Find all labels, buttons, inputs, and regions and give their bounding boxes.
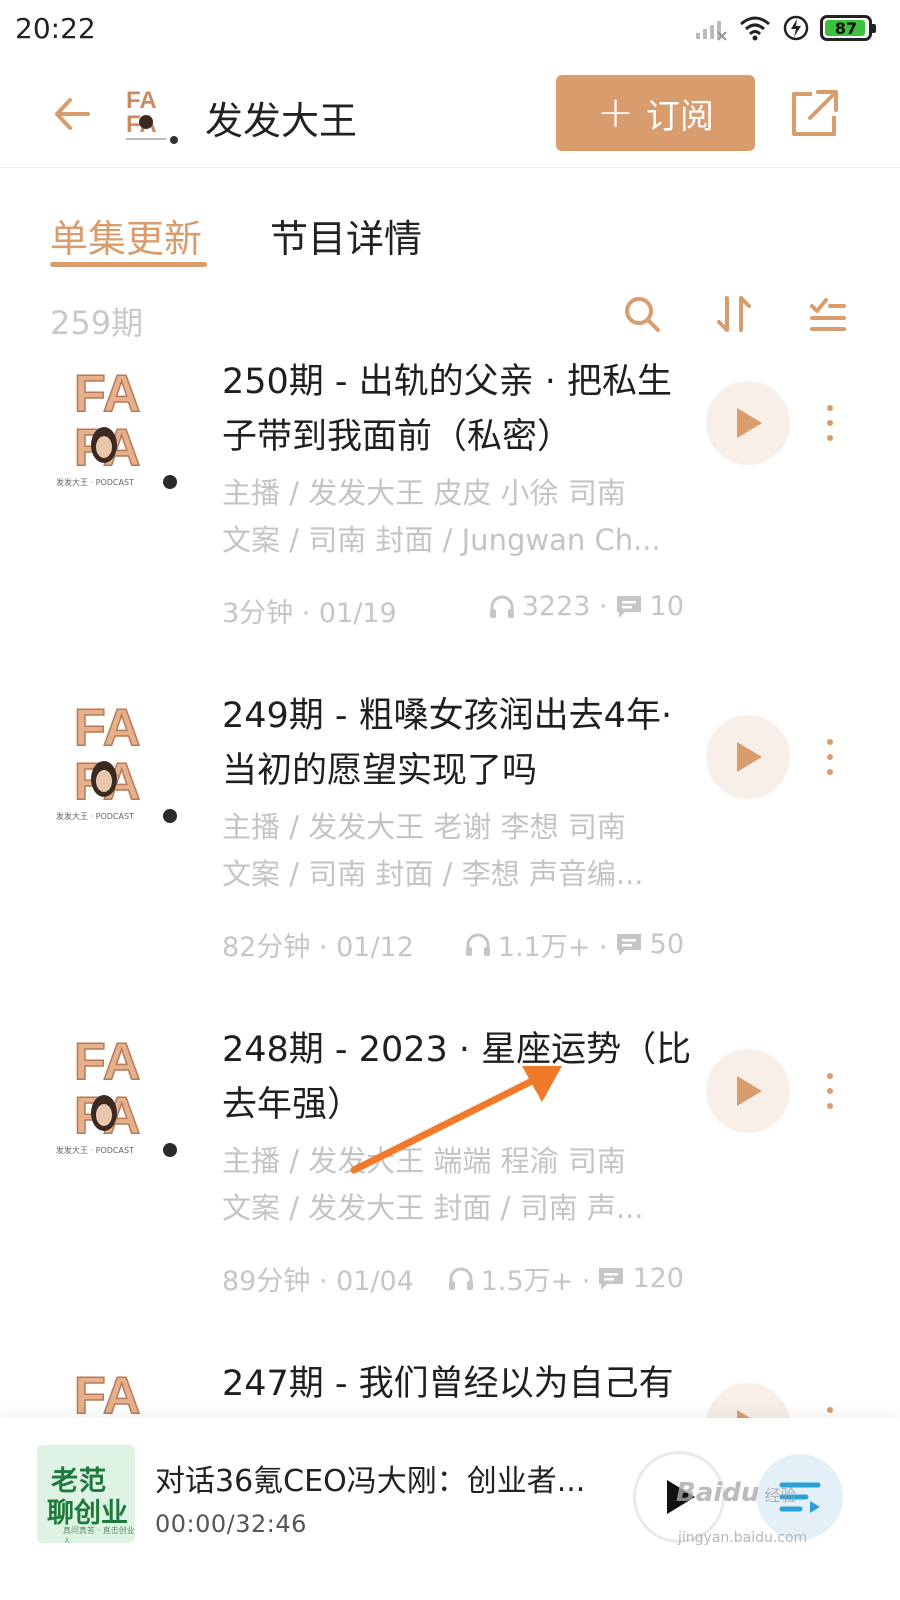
episode-desc-line-2: 文案 / 发发大王 封面 / 司南 声... <box>222 1191 644 1225</box>
cover-caption: 发发大王 · PODCAST <box>56 811 134 821</box>
episode-item[interactable]: FA FA 发发大王 · PODCAST 248期 - 2023 · 星座运势（… <box>0 1023 900 1357</box>
watermark: Baidu 经验 <box>676 1478 797 1508</box>
plus-icon: + <box>597 87 634 138</box>
episode-title[interactable]: 247期 - 我们曾经以为自己有 <box>222 1357 692 1412</box>
mini-player-cover: 老范 聊创业 真问真答 · 直击创业人 <box>37 1445 135 1543</box>
episode-cover: FA <box>52 1363 182 1418</box>
episode-stats: 1.1万+ · 50 <box>464 925 684 964</box>
more-options-button[interactable] <box>812 1395 848 1418</box>
battery-level: 87 <box>834 18 858 38</box>
episode-desc-line-2: 文案 / 司南 封面 / 李想 声音编... <box>222 857 644 891</box>
wifi-icon <box>740 16 770 41</box>
episode-duration-date: 3分钟 · 01/19 <box>222 598 397 629</box>
more-vertical-icon <box>827 405 833 411</box>
search-button[interactable] <box>620 292 664 336</box>
filter-list-icon <box>810 298 846 331</box>
share-button[interactable] <box>786 86 842 142</box>
logo-text-1: FA <box>126 87 157 114</box>
episode-cover: FA FA 发发大王 · PODCAST <box>52 361 182 491</box>
cover-caption: 发发大王 · PODCAST <box>56 477 134 487</box>
more-vertical-icon <box>827 739 833 745</box>
episode-comments: 120 <box>632 1263 684 1294</box>
episode-desc-line-1: 主播 / 发发大王 皮皮 小徐 司南 <box>222 476 626 510</box>
cover-caption: 发发大王 · PODCAST <box>56 1145 134 1155</box>
play-button[interactable] <box>706 381 790 465</box>
episode-duration-date: 89分钟 · 01/04 <box>222 1266 414 1297</box>
comment-icon <box>616 595 641 618</box>
more-options-button[interactable] <box>812 393 848 453</box>
sort-icon <box>717 296 751 332</box>
mini-player-title[interactable]: 对话36氪CEO冯大刚：创业者... <box>155 1456 595 1500</box>
play-icon <box>737 1076 762 1106</box>
sort-button[interactable] <box>713 292 757 336</box>
signal-icon <box>696 21 727 41</box>
more-options-button[interactable] <box>812 727 848 787</box>
episode-item[interactable]: FA FA 发发大王 · PODCAST 249期 - 粗嗓女孩润出去4年·当初… <box>0 689 900 1023</box>
cover-logo-line-1: FA <box>74 365 140 423</box>
mini-cover-subtitle: 真问真答 · 直击创业人 <box>63 1526 135 1543</box>
more-vertical-icon <box>827 1073 833 1079</box>
headphones-icon <box>465 933 490 956</box>
search-icon <box>625 297 660 332</box>
battery-indicator: 87 <box>820 15 876 41</box>
episode-duration-date: 82分钟 · 01/12 <box>222 932 414 963</box>
episode-stats: 1.5万+ · 120 <box>447 1259 684 1298</box>
episode-item[interactable]: FA 247期 - 我们曾经以为自己有 <box>0 1357 900 1418</box>
episode-desc-line-1: 主播 / 发发大王 端端 程渝 司南 <box>222 1144 626 1178</box>
watermark-suffix: 经验 <box>764 1486 797 1505</box>
episode-title[interactable]: 248期 - 2023 · 星座运势（比去年强） <box>222 1023 692 1133</box>
episode-plays: 1.5万+ · <box>480 1266 591 1297</box>
episode-count: 259期 <box>50 304 144 342</box>
status-icons: 87 <box>694 14 876 42</box>
subscribe-label: 订阅 <box>645 96 714 137</box>
status-time: 20:22 <box>15 12 96 45</box>
episode-plays: 3223 · <box>521 591 608 622</box>
mini-player-time: 00:00/32:46 <box>155 1510 307 1538</box>
back-button[interactable] <box>44 86 100 142</box>
play-icon <box>737 1410 751 1418</box>
status-bar: 20:22 87 <box>0 0 900 62</box>
watermark-url: jingyan.baidu.com <box>678 1530 808 1546</box>
comment-icon <box>616 933 641 956</box>
podcast-logo: FA FA <box>120 82 180 148</box>
cover-logo-line-1: FA <box>74 699 140 757</box>
share-external-icon <box>792 90 838 136</box>
episode-cover: FA FA 发发大王 · PODCAST <box>52 695 182 825</box>
episode-title[interactable]: 249期 - 粗嗓女孩润出去4年·当初的愿望实现了吗 <box>222 689 692 799</box>
header: FA FA 发发大王 + 订阅 <box>0 62 900 168</box>
episode-plays: 1.1万+ · <box>497 932 608 963</box>
more-options-button[interactable] <box>812 1061 848 1121</box>
headphones-icon <box>489 595 514 618</box>
episode-item[interactable]: FA FA 发发大王 · PODCAST 250期 - 出轨的父亲 · 把私生子… <box>0 355 900 689</box>
subscribe-button[interactable]: + 订阅 <box>556 75 755 151</box>
play-button[interactable] <box>706 715 790 799</box>
tab-details[interactable]: 节目详情 <box>270 208 422 263</box>
tab-underline <box>50 262 207 267</box>
episode-comments: 50 <box>649 929 684 960</box>
episode-stats: 3223 · 10 <box>488 591 684 622</box>
watermark-brand: Baidu <box>676 1478 760 1508</box>
episode-desc-line-1: 主播 / 发发大王 老谢 李想 司南 <box>222 810 626 844</box>
cover-logo-line-1: FA <box>74 1367 140 1418</box>
episode-cover: FA FA 发发大王 · PODCAST <box>52 1029 182 1159</box>
podcast-title: 发发大王 <box>205 99 358 143</box>
more-vertical-icon <box>827 1407 833 1413</box>
play-button[interactable] <box>706 1049 790 1133</box>
episode-comments: 10 <box>649 591 684 622</box>
list-toolbar: 259期 <box>0 278 900 354</box>
tab-bar: 单集更新 节目详情 <box>0 168 900 278</box>
arrow-left-icon <box>55 98 90 130</box>
headphones-icon <box>448 1267 473 1290</box>
tab-episodes[interactable]: 单集更新 <box>50 208 202 263</box>
play-icon <box>737 742 762 772</box>
play-icon <box>737 408 762 438</box>
play-button[interactable] <box>706 1383 790 1418</box>
comment-icon <box>599 1267 624 1290</box>
episode-title[interactable]: 250期 - 出轨的父亲 · 把私生子带到我面前（私密） <box>222 355 692 465</box>
charging-icon <box>783 15 809 41</box>
cover-logo-line-1: FA <box>74 1033 140 1091</box>
episode-desc-line-2: 文案 / 司南 封面 / Jungwan Ch... <box>222 523 661 557</box>
filter-button[interactable] <box>806 292 850 336</box>
mini-player[interactable]: 老范 聊创业 真问真答 · 直击创业人 对话36氪CEO冯大刚：创业者... 0… <box>0 1418 900 1600</box>
